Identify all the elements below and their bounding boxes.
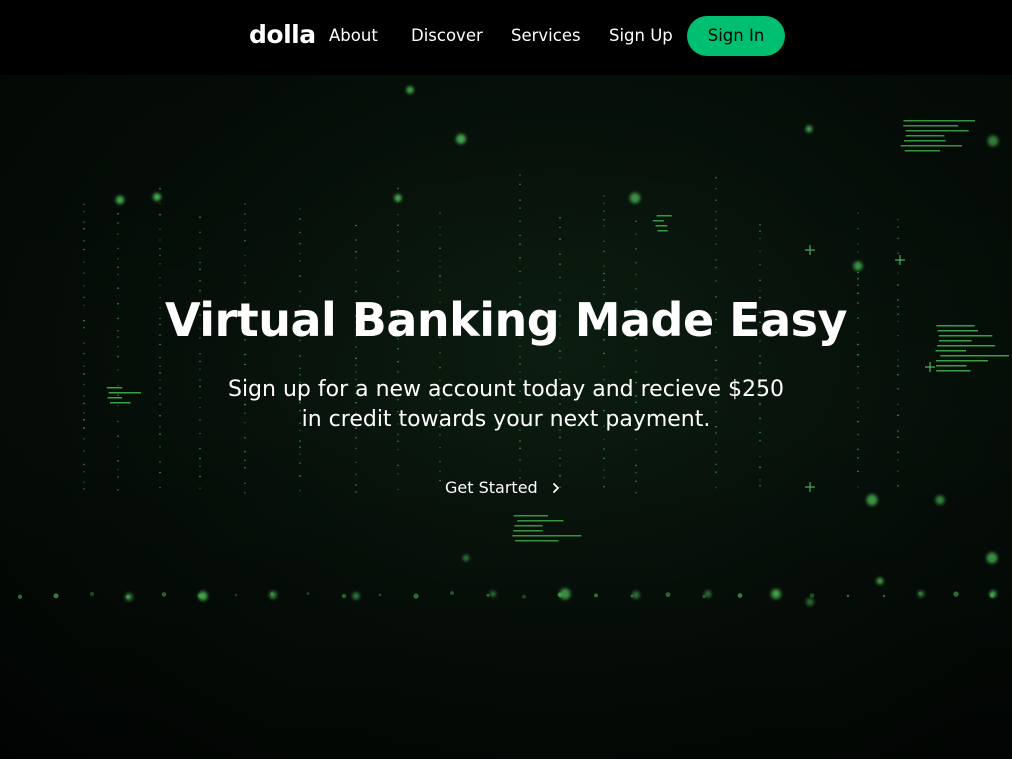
hero-title: Virtual Banking Made Easy — [165, 293, 848, 347]
nav-link-sign-up[interactable]: Sign Up — [609, 26, 673, 45]
chevron-right-icon — [553, 483, 559, 493]
nav-link-services[interactable]: Services — [511, 26, 581, 45]
navbar: dolla About Discover Services Sign Up Si… — [0, 0, 1012, 75]
logo[interactable]: dolla — [249, 20, 316, 49]
hero-section: Virtual Banking Made Easy Sign up for a … — [0, 75, 1012, 759]
get-started-button[interactable]: Get Started — [430, 473, 580, 503]
sign-in-button[interactable]: Sign In — [687, 16, 785, 56]
hero-subtitle: Sign up for a new account today and reci… — [196, 375, 816, 435]
hero-subtitle-line-1: Sign up for a new account today and reci… — [227, 377, 784, 402]
nav-link-about[interactable]: About — [329, 26, 378, 45]
nav-link-discover[interactable]: Discover — [411, 26, 483, 45]
hero-subtitle-line-2: in credit towards your next payment. — [301, 407, 711, 432]
get-started-label: Get Started — [445, 478, 538, 497]
